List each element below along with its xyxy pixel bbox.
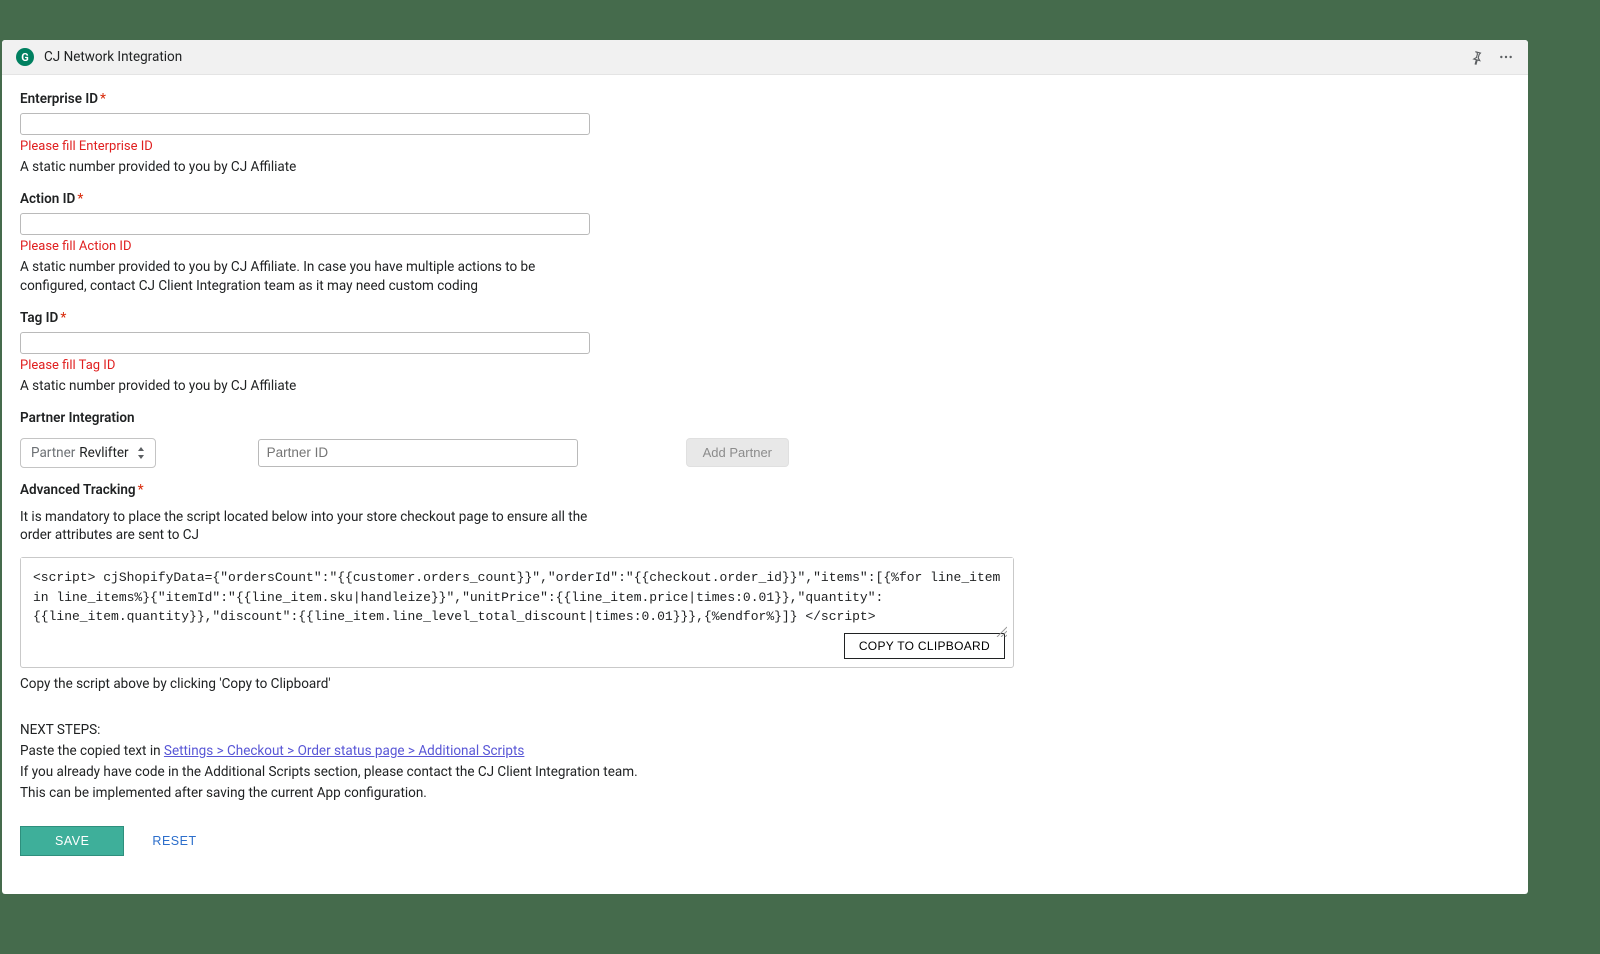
app-logo-icon: G: [16, 48, 34, 66]
paste-prefix: Paste the copied text in: [20, 743, 164, 759]
next-steps-line3: This can be implemented after saving the…: [20, 783, 1510, 804]
partner-integration-group: Partner Integration Partner Revlifter Ad…: [20, 410, 1510, 468]
partner-select-prefix: Partner: [31, 445, 75, 461]
action-row: SAVE RESET: [20, 826, 1510, 856]
required-asterisk: *: [77, 191, 83, 207]
next-steps-line2: If you already have code in the Addition…: [20, 762, 1510, 783]
reset-button[interactable]: RESET: [152, 834, 196, 848]
copy-to-clipboard-button[interactable]: COPY TO CLIPBOARD: [844, 633, 1005, 659]
required-asterisk: *: [138, 482, 144, 498]
partner-row: Partner Revlifter Add Partner: [20, 438, 1510, 468]
tag-id-error: Please fill Tag ID: [20, 358, 1510, 373]
partner-id-input[interactable]: [258, 439, 578, 467]
action-id-label: Action ID: [20, 191, 75, 207]
enterprise-id-label: Enterprise ID: [20, 91, 98, 107]
app-window: G CJ Network Integration Enterpri: [2, 40, 1528, 894]
action-id-group: Action ID* Please fill Action ID A stati…: [20, 191, 1510, 296]
app-header: G CJ Network Integration: [2, 40, 1528, 75]
advanced-tracking-label: Advanced Tracking: [20, 482, 136, 498]
form-content: Enterprise ID* Please fill Enterprise ID…: [2, 75, 1528, 894]
tag-id-input[interactable]: [20, 332, 590, 354]
tag-id-help: A static number provided to you by CJ Af…: [20, 377, 600, 396]
enterprise-id-group: Enterprise ID* Please fill Enterprise ID…: [20, 91, 1510, 177]
pin-icon[interactable]: [1469, 50, 1484, 65]
add-partner-button[interactable]: Add Partner: [686, 438, 789, 467]
enterprise-id-help: A static number provided to you by CJ Af…: [20, 158, 600, 177]
enterprise-id-input[interactable]: [20, 113, 590, 135]
resize-handle-icon[interactable]: [995, 625, 1007, 637]
next-steps: NEXT STEPS: Paste the copied text in Set…: [20, 720, 1510, 804]
header-actions: [1469, 49, 1514, 65]
required-asterisk: *: [100, 91, 106, 107]
next-steps-heading: NEXT STEPS:: [20, 720, 1510, 741]
more-icon[interactable]: [1498, 49, 1514, 65]
script-textarea[interactable]: <script> cjShopifyData={"ordersCount":"{…: [21, 558, 1013, 633]
sort-caret-icon: [137, 447, 145, 459]
action-id-error: Please fill Action ID: [20, 239, 1510, 254]
partner-select-value: Revlifter: [79, 445, 128, 461]
app-logo-letter: G: [21, 51, 29, 64]
save-button[interactable]: SAVE: [20, 826, 124, 856]
required-asterisk: *: [60, 310, 66, 326]
partner-integration-label: Partner Integration: [20, 410, 135, 426]
advanced-tracking-description: It is mandatory to place the script loca…: [20, 508, 610, 546]
app-title: CJ Network Integration: [44, 49, 182, 65]
tag-id-label: Tag ID: [20, 310, 58, 326]
action-id-help: A static number provided to you by CJ Af…: [20, 258, 600, 296]
outer-frame: G CJ Network Integration Enterpri: [0, 0, 1600, 954]
copy-hint-text: Copy the script above by clicking 'Copy …: [20, 676, 1510, 692]
tag-id-group: Tag ID* Please fill Tag ID A static numb…: [20, 310, 1510, 396]
advanced-tracking-group: Advanced Tracking* It is mandatory to pl…: [20, 482, 1510, 856]
script-box: <script> cjShopifyData={"ordersCount":"{…: [20, 557, 1014, 668]
action-id-input[interactable]: [20, 213, 590, 235]
next-steps-paste-line: Paste the copied text in Settings > Chec…: [20, 741, 1510, 762]
partner-select[interactable]: Partner Revlifter: [20, 438, 156, 468]
enterprise-id-error: Please fill Enterprise ID: [20, 139, 1510, 154]
settings-checkout-link[interactable]: Settings > Checkout > Order status page …: [164, 743, 524, 759]
